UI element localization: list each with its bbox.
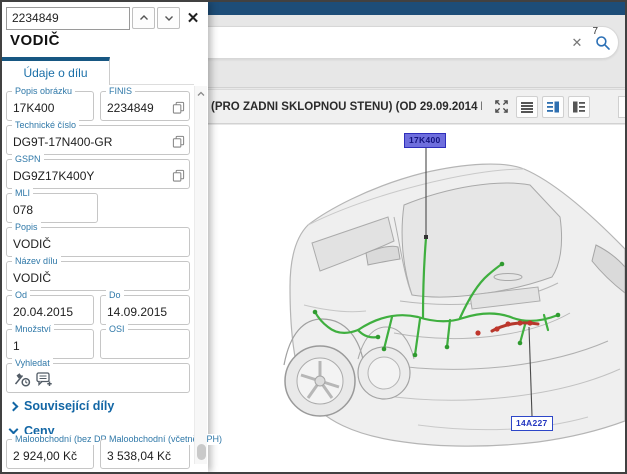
prev-result-button[interactable] bbox=[132, 7, 155, 29]
illustration-header: (PRO ZADNÍ SKLOPNOU STĚNU) (OD 29.09.201… bbox=[208, 89, 625, 124]
copy-icon[interactable] bbox=[170, 167, 186, 183]
split-view-right-icon[interactable] bbox=[542, 96, 564, 118]
expand-icon[interactable] bbox=[490, 96, 512, 118]
illustration-title: (PRO ZADNÍ SKLOPNOU STĚNU) (OD 29.09.201… bbox=[208, 101, 482, 113]
part-detail-panel: ✕ VODIČ Údaje o dílu Popis obrázku 17K40… bbox=[2, 2, 208, 472]
field-vyhledat: Vyhledat bbox=[6, 363, 190, 393]
copy-icon[interactable] bbox=[170, 99, 186, 115]
next-result-button[interactable] bbox=[157, 7, 180, 29]
part-callout-selected[interactable]: 17K400 bbox=[404, 133, 446, 148]
catalog-search-bar[interactable]: ✕ 7 bbox=[152, 26, 619, 59]
field-price-inc-vat[interactable]: Maloobchodní (včetně DPH) 3 538,04 Kč bbox=[100, 439, 190, 469]
field-technicke-cislo[interactable]: Technické číslo DG9T-17N400-GR bbox=[6, 125, 190, 155]
price-fields: Maloobchodní (bez DPH) 2 924,00 Kč Maloo… bbox=[6, 436, 194, 470]
search-count-badge: 7 bbox=[592, 26, 598, 37]
scroll-up-icon[interactable] bbox=[195, 88, 207, 100]
chevron-down-icon bbox=[9, 425, 19, 435]
field-popis[interactable]: Popis VODIČ bbox=[6, 227, 190, 257]
close-panel-button[interactable]: ✕ bbox=[182, 7, 204, 29]
field-mnozstvi[interactable]: Množství 1 bbox=[6, 329, 94, 359]
panel-tabs: Údaje o dílu bbox=[2, 57, 208, 85]
field-mli[interactable]: MLI 078 bbox=[6, 193, 98, 223]
app-window: ✕ 7 (PRO ZADNÍ SKLOPNOU STĚNU) (OD 29.09… bbox=[0, 0, 627, 474]
field-do[interactable]: Do 14.09.2015 bbox=[100, 295, 190, 325]
scrollbar-thumb[interactable] bbox=[197, 444, 206, 460]
part-fields: Popis obrázku 17K400 FINIS 2234849 Techn… bbox=[6, 88, 194, 394]
panel-scrollbar[interactable] bbox=[194, 86, 207, 464]
panel-search-row: ✕ bbox=[6, 6, 206, 30]
field-od[interactable]: Od 20.04.2015 bbox=[6, 295, 94, 325]
list-view-icon[interactable] bbox=[516, 96, 538, 118]
search-clear-icon[interactable]: ✕ bbox=[566, 35, 588, 51]
field-finis[interactable]: FINIS 2234849 bbox=[100, 91, 190, 121]
field-price-ex-vat[interactable]: Maloobchodní (bez DPH) 2 924,00 Kč bbox=[6, 439, 94, 469]
tab-part-details[interactable]: Údaje o dílu bbox=[2, 57, 110, 85]
view-toolbar bbox=[490, 96, 625, 118]
search-tools-icon[interactable] bbox=[13, 371, 31, 387]
split-view-left-icon[interactable] bbox=[568, 96, 590, 118]
part-callout[interactable]: 14A227 bbox=[511, 416, 553, 431]
part-title: VODIČ bbox=[10, 32, 60, 49]
related-parts-link[interactable]: Související díly bbox=[10, 399, 114, 413]
part-number-input[interactable] bbox=[6, 7, 130, 30]
field-osi[interactable]: OSI bbox=[100, 329, 190, 359]
clipped-toolbar-icon[interactable] bbox=[618, 96, 625, 118]
add-note-icon[interactable] bbox=[35, 371, 53, 387]
field-popis-obrazku[interactable]: Popis obrázku 17K400 bbox=[6, 91, 94, 121]
field-gspn[interactable]: GSPN DG9Z17K400Y bbox=[6, 159, 190, 189]
copy-icon[interactable] bbox=[170, 133, 186, 149]
field-nazev-dilu[interactable]: Název dílu VODIČ bbox=[6, 261, 190, 291]
illustration-canvas: 17K400 14A227 bbox=[208, 125, 625, 472]
car-illustration bbox=[208, 125, 625, 473]
catalog-search-input[interactable] bbox=[153, 36, 566, 50]
chevron-right-icon bbox=[9, 402, 19, 412]
